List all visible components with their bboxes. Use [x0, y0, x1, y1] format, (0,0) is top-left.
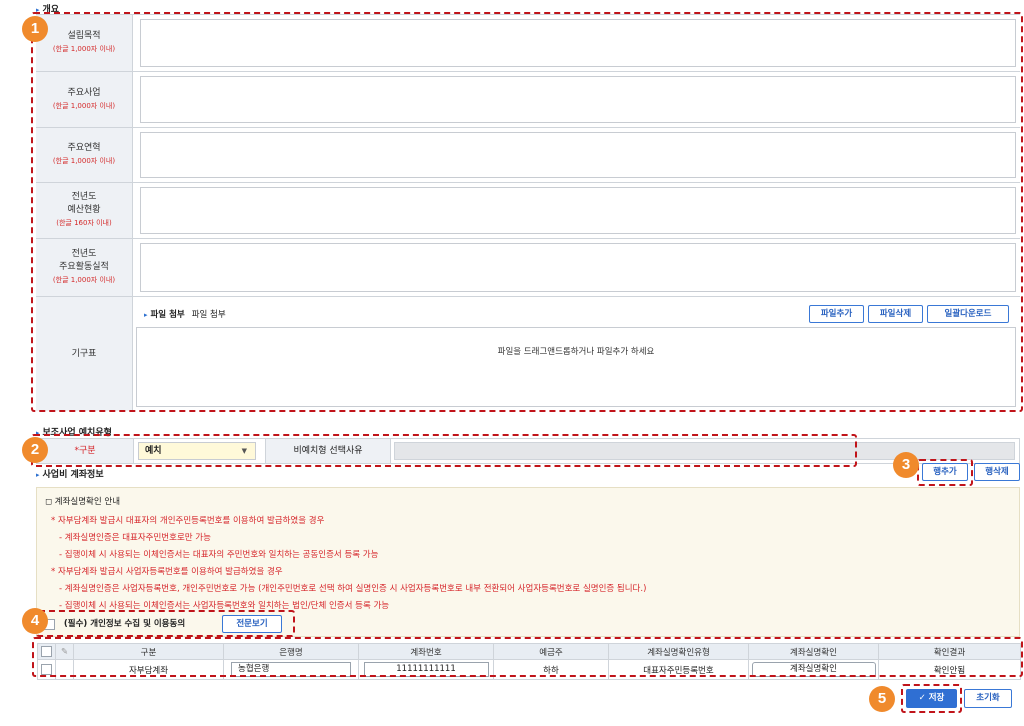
file-attach-subtitle: 파일 첨부 [191, 310, 226, 320]
row-label-limit: (한글 1,000자 이내) [52, 45, 116, 53]
notice-line: * 자부담계좌 발급시 대표자의 개인주민등록번호를 이용하여 발급하였을 경우 [51, 516, 325, 526]
column-header: 예금주 [493, 643, 609, 660]
chevron-down-icon: ▼ [241, 447, 247, 455]
column-header: 계좌번호 [358, 643, 494, 660]
row-label: 설립목적 (한글 1,000자 이내) [36, 15, 133, 71]
row-label: 전년도 예산현황 (한글 160자 이내) [36, 183, 133, 238]
subsidy-section-title: ▸ 보조사업 예치유형 [36, 428, 112, 438]
holder-cell: 하하 [493, 659, 609, 680]
row-label-text: 주요연혁 [67, 143, 101, 153]
select-all-checkbox[interactable] [41, 646, 52, 657]
step-badge-4: 4 [22, 608, 48, 634]
save-button-label: 저장 [928, 693, 945, 703]
notice-line: * 자부담계좌 발급시 사업자등록번호를 이용하여 발급하였을 경우 [51, 567, 283, 577]
file-drop-zone[interactable]: 파일을 드래그앤드롭하거나 파일추가 하세요 [136, 327, 1016, 407]
row-label-text: 기구표 [71, 348, 97, 359]
column-header: 구분 [73, 643, 224, 660]
edit-column-header: ✎ [55, 643, 74, 660]
row-label-limit: (한글 1,000자 이내) [52, 276, 116, 284]
book-icon: ◻ [45, 497, 53, 507]
bank-select[interactable]: 농협은행 [231, 662, 351, 677]
purpose-textarea[interactable] [140, 19, 1016, 67]
overview-grid: 설립목적 (한글 1,000자 이내) 주요사업 (한글 1,000자 이내) … [36, 14, 1020, 411]
subsidy-row: *구분 예치 ▼ 비예치형 선택사유 [36, 438, 1020, 464]
notice-line: - 계좌실명인증은 대표자주민번호로만 가능 [59, 533, 211, 543]
save-button[interactable]: ✓ 저장 [906, 689, 957, 708]
row-label-limit: (한글 1,000자 이내) [52, 101, 116, 110]
gubun-select-value: 예치 [145, 446, 162, 456]
row-label-text: 주요사업 [67, 87, 101, 98]
notice-line: - 집행이체 시 사용되는 이체인증서는 대표자의 주민번호와 일치하는 공동인… [59, 550, 379, 560]
result-cell: 확인안됨 [878, 659, 1021, 680]
add-row-button[interactable]: 행추가 [922, 463, 968, 481]
table-header-row: ✎ 구분 은행명 계좌번호 예금주 계좌실명확인유형 계좌실명확인 확인결과 [37, 643, 1021, 660]
notice-title: ◻ 계좌실명확인 안내 [45, 497, 121, 507]
file-delete-button[interactable]: 파일삭제 [868, 305, 923, 323]
check-icon: ✓ [918, 693, 926, 703]
consent-label: (필수) 개인정보 수집 및 이용동의 [63, 619, 186, 629]
file-drop-hint: 파일을 드래그앤드롭하거나 파일추가 하세요 [497, 347, 655, 357]
consent-row: (필수) 개인정보 수집 및 이용동의 [44, 615, 185, 633]
row-label: 기구표 [36, 297, 133, 411]
row-label-limit: (한글 1,000자 이내) [52, 157, 116, 165]
row-purpose: 설립목적 (한글 1,000자 이내) [36, 15, 1020, 72]
row-history: 주요연혁 (한글 1,000자 이내) [36, 128, 1020, 183]
gubun-select[interactable]: 예치 ▼ [138, 442, 256, 460]
column-header: 계좌실명확인유형 [608, 643, 749, 660]
file-download-all-button[interactable]: 일괄다운로드 [927, 305, 1009, 323]
row-org-chart: 기구표 ▸ 파일 첨부 파일 첨부 파일추가 파일삭제 일괄다운로드 파일을 드… [36, 297, 1020, 411]
row-label: 주요사업 (한글 1,000자 이내) [36, 72, 133, 127]
gubun-label: *구분 [37, 439, 134, 463]
step-badge-3: 3 [893, 452, 919, 478]
verify-account-button[interactable]: 계좌실명확인 [751, 662, 876, 677]
activities-textarea[interactable] [140, 243, 1016, 292]
reason-label: 비예치형 선택사유 [265, 439, 391, 463]
select-all-header[interactable] [37, 643, 56, 660]
bank-cell: 농협은행 [223, 659, 359, 680]
file-add-button[interactable]: 파일추가 [809, 305, 864, 323]
account-number-input[interactable]: 11111111111 [363, 662, 489, 677]
budget-textarea[interactable] [140, 187, 1016, 234]
reset-button[interactable]: 초기화 [964, 689, 1012, 708]
row-label-text: 전년도 주요활동실적 [59, 249, 109, 272]
file-attach-title: ▸ 파일 첨부 파일 첨부 [144, 310, 226, 320]
verify-button-cell: 계좌실명확인 [748, 659, 879, 680]
table-row: 자부담계좌 농협은행 11111111111 하하 대표자주민등록번호 계좌실명… [37, 659, 1021, 680]
history-textarea[interactable] [140, 132, 1016, 178]
column-header: 계좌실명확인 [748, 643, 879, 660]
column-header: 확인결과 [878, 643, 1021, 660]
row-label-text: 설립목적 [67, 31, 101, 41]
account-table: ✎ 구분 은행명 계좌번호 예금주 계좌실명확인유형 계좌실명확인 확인결과 자… [37, 643, 1021, 680]
delete-row-button[interactable]: 행삭제 [974, 463, 1020, 481]
row-budget: 전년도 예산현황 (한글 160자 이내) [36, 183, 1020, 239]
step-badge-2: 2 [22, 437, 48, 463]
row-label-limit: (한글 160자 이내) [56, 219, 112, 227]
reason-input[interactable] [394, 442, 1015, 460]
row-edit-cell [55, 659, 74, 680]
notice-line: - 집행이체 시 사용되는 이체인증서는 사업자등록번호와 일치하는 법인/단체… [59, 601, 390, 611]
row-checkbox[interactable] [41, 664, 52, 675]
row-label: 주요연혁 (한글 1,000자 이내) [36, 128, 133, 182]
row-label-text: 전년도 예산현황 [67, 192, 101, 215]
account-section-title: ▸ 사업비 계좌정보 [36, 470, 104, 480]
view-full-text-button[interactable]: 전문보기 [222, 615, 282, 633]
row-label: 전년도 주요활동실적 (한글 1,000자 이내) [36, 239, 133, 296]
step-badge-5: 5 [869, 686, 895, 712]
column-header: 은행명 [223, 643, 359, 660]
verify-type-cell: 대표자주민등록번호 [608, 659, 749, 680]
row-select-cell[interactable] [37, 659, 56, 680]
row-activities: 전년도 주요활동실적 (한글 1,000자 이내) [36, 239, 1020, 297]
account-no-cell: 11111111111 [358, 659, 494, 680]
step-badge-1: 1 [22, 16, 48, 42]
pencil-icon: ✎ [60, 646, 69, 657]
notice-line: - 계좌실명인증은 사업자등록번호, 개인주민번호로 가능 (개인주민번호로 선… [59, 584, 647, 594]
business-textarea[interactable] [140, 76, 1016, 123]
gubun-cell: 자부담계좌 [73, 659, 224, 680]
row-business: 주요사업 (한글 1,000자 이내) [36, 72, 1020, 128]
